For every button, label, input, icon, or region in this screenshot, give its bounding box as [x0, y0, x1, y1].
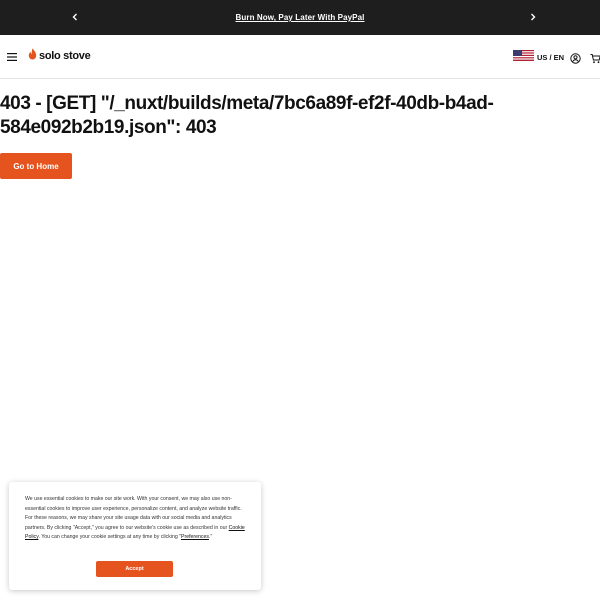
go-home-button[interactable]: Go to Home [0, 153, 72, 179]
us-flag-icon [513, 48, 534, 66]
chevron-right-icon[interactable] [526, 10, 540, 24]
logo-text: solo stove [39, 50, 91, 62]
flame-icon [28, 47, 37, 65]
preferences-link[interactable]: Preferences [181, 534, 209, 540]
site-header: solo stove US / EN [0, 35, 600, 79]
promo-bar: Burn Now, Pay Later With PayPal [0, 0, 600, 35]
cookie-consent-text: We use essential cookies to make our sit… [25, 495, 249, 543]
cookie-text-part2: . You can change your cookie settings at… [38, 534, 182, 541]
site-logo[interactable]: solo stove [28, 47, 91, 65]
error-title: 403 - [GET] "/_nuxt/builds/meta/7bc6a89f… [0, 93, 494, 138]
chevron-left-icon[interactable] [68, 10, 82, 24]
promo-link[interactable]: Burn Now, Pay Later With PayPal [236, 13, 365, 22]
cart-icon[interactable] [590, 51, 600, 64]
hamburger-menu-icon[interactable] [6, 50, 18, 62]
account-icon[interactable] [570, 51, 581, 64]
locale-selector[interactable]: US / EN [513, 50, 564, 64]
locale-label: US / EN [537, 52, 565, 62]
cookie-text-part1: We use essential cookies to make our sit… [25, 496, 242, 531]
cookie-text-part3: ." [209, 534, 213, 541]
accept-cookies-button[interactable]: Accept [96, 561, 173, 577]
cookie-banner: We use essential cookies to make our sit… [9, 482, 261, 590]
